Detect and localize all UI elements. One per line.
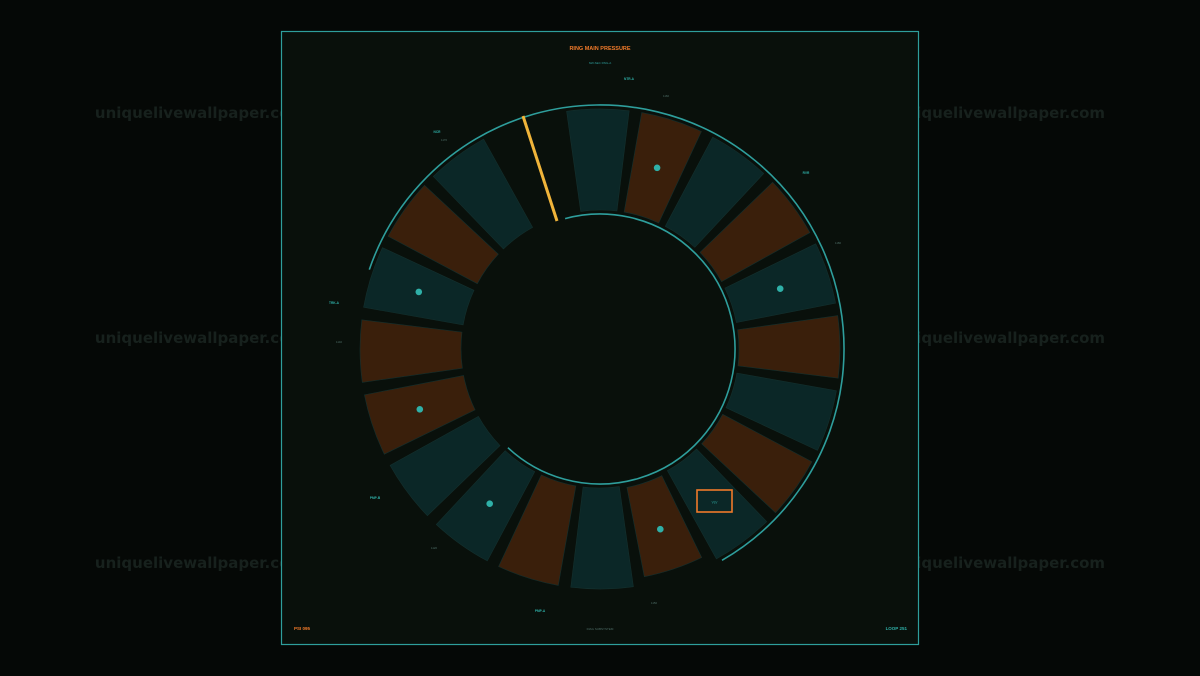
ring-label-trk-a: TRK-A bbox=[329, 301, 340, 305]
ring-value-ntr-a: 1160 bbox=[663, 94, 669, 98]
ring-value-pmp-b: 1120 bbox=[431, 546, 437, 550]
panel-title: RING MAIN PRESSURE bbox=[569, 46, 630, 52]
stage: uniquelivewallpaper.com uniquelivewallpa… bbox=[0, 0, 1200, 676]
sensor-dot bbox=[653, 164, 661, 172]
pressure-ring-panel: RING MAIN PRESSURE NW-SEC RNG-A NTR-A 11… bbox=[280, 30, 920, 646]
sensor-dot bbox=[415, 288, 423, 296]
sensor-dot bbox=[776, 285, 784, 293]
footer-right-readout: LOOP 251 bbox=[886, 626, 908, 631]
panel-subtitle: NW-SEC RNG-A bbox=[589, 61, 612, 65]
valve-indicator-label: VLV bbox=[712, 501, 719, 505]
ring-value-ncr: 1170 bbox=[441, 138, 447, 142]
sensor-dot bbox=[657, 525, 664, 533]
ring-label-pmp-a: PMP-A bbox=[535, 609, 546, 613]
footer-left-readout: PSI 095 bbox=[294, 626, 311, 631]
ring-value-rvr: 1180 bbox=[835, 241, 841, 245]
ring-value-pmp-a: 1150 bbox=[651, 601, 657, 605]
sensor-dot bbox=[486, 500, 494, 508]
ring-label-ncr: NCR bbox=[434, 130, 442, 134]
footer-center-label: DIAG SUBSYSTEM bbox=[587, 627, 614, 631]
ring-value-trk-a: 1140 bbox=[336, 340, 342, 344]
ring-label-rvr: RVR bbox=[803, 171, 810, 175]
sensor-dot bbox=[416, 406, 424, 413]
ring-label-pmp-b: PMP-B bbox=[370, 496, 381, 500]
ring-label-ntr-a: NTR-A bbox=[624, 77, 635, 81]
